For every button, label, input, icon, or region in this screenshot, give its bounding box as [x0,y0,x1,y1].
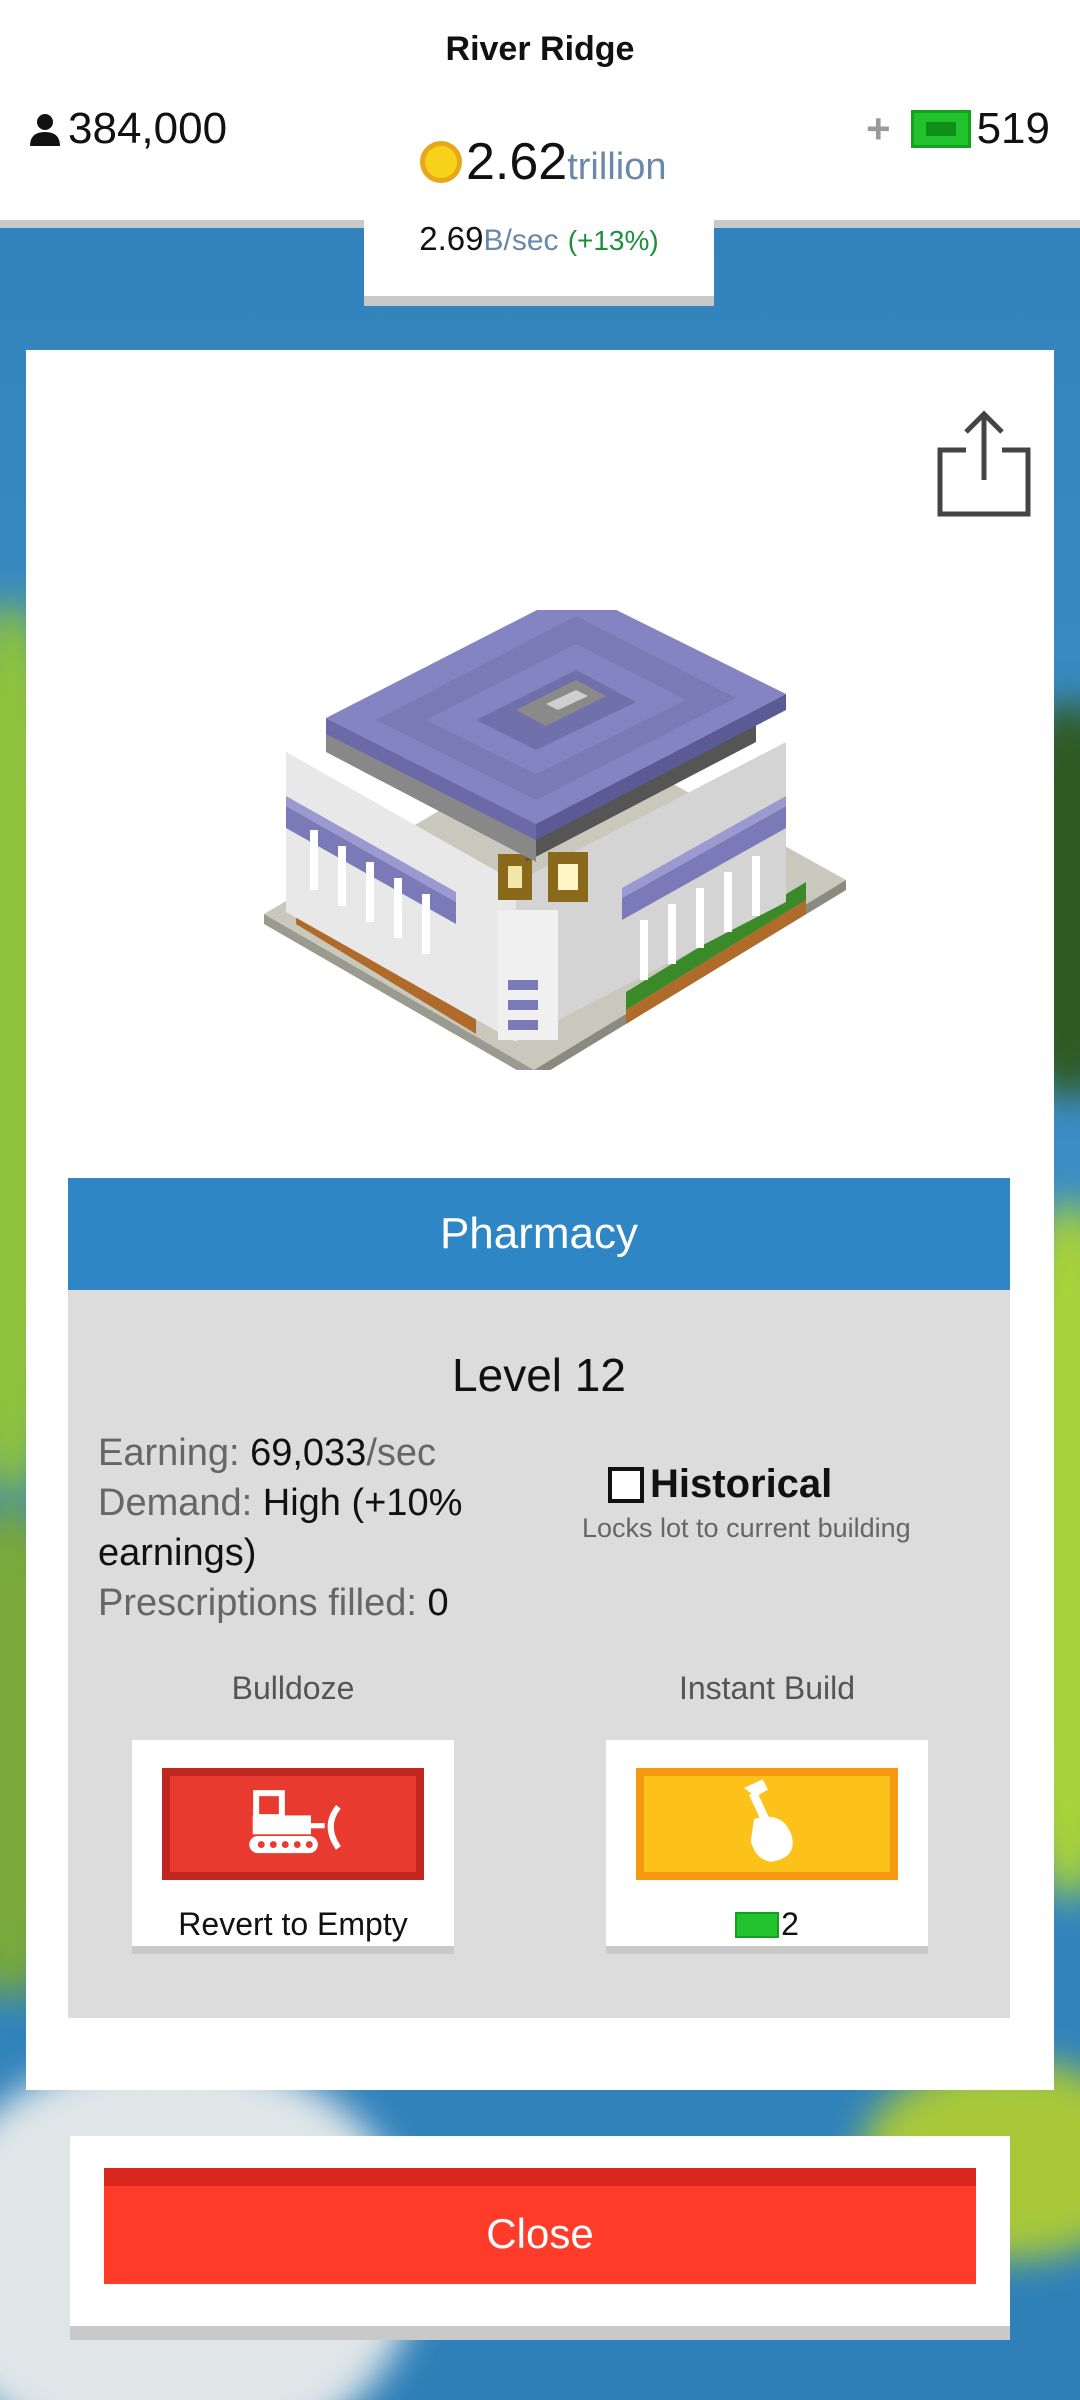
income-unit: B/sec [483,224,559,257]
bulldoze-caption: Revert to Empty [178,1906,408,1942]
population-display: 384,000 [28,104,227,154]
add-gems-button[interactable]: + [866,105,891,153]
building-stats: Earning: 69,033/sec Demand: High (+10% e… [98,1428,518,1628]
income-change: (+13%) [567,225,659,256]
instant-build-cost: 2 [606,1906,928,1943]
historical-label[interactable]: Historical [650,1462,832,1507]
prescriptions-value: 0 [427,1582,449,1624]
earning-row: Earning: 69,033/sec [98,1428,518,1478]
building-level: Level 12 [452,1349,626,1401]
prescriptions-label: Prescriptions filled: [98,1582,428,1624]
income-rate: 2.69B/sec (+13%) [364,220,714,258]
building-illustration [264,610,846,1070]
building-name: Pharmacy [68,1178,1010,1290]
bulldoze-card[interactable]: Revert to Empty [132,1740,454,1954]
money-unit: trillion [567,146,667,188]
income-value: 2.69 [419,220,484,257]
city-name: River Ridge [445,30,635,68]
historical-checkbox[interactable] [608,1466,644,1503]
earning-label: Earning: [98,1432,251,1474]
share-icon[interactable] [936,408,1032,518]
demand-label: Demand: [98,1482,263,1524]
earning-value: 69,033 [250,1432,367,1474]
instant-build-card[interactable]: 2 [606,1740,928,1954]
gems-display[interactable]: + 519 [866,104,1050,154]
instant-build-heading: Instant Build [678,1670,856,1706]
bulldoze-heading: Bulldoze [231,1670,355,1706]
instant-build-button[interactable] [636,1768,898,1880]
gem-bill-icon [735,1911,780,1938]
money-value: 2.62 [466,133,568,191]
bulldoze-button[interactable] [162,1768,424,1880]
person-icon [30,114,60,146]
population-value: 384,000 [68,104,228,153]
instant-build-cost-value: 2 [781,1906,799,1942]
building-info-card: Pharmacy Level 12 Earning: 69,033/sec De… [68,1178,1010,2018]
bulldozer-icon [249,1790,341,1854]
building-panel: Pharmacy Level 12 Earning: 69,033/sec De… [26,350,1054,2090]
gems-count: 519 [976,104,1050,153]
coin-icon [420,141,462,183]
historical-description: Locks lot to current building [582,1513,911,1543]
close-container: Close [70,2136,1010,2340]
gem-bill-icon [910,110,971,148]
earning-unit: /sec [366,1432,437,1474]
historical-toggle[interactable]: Historical Locks lot to current building [582,1462,911,1544]
close-button[interactable]: Close [104,2168,976,2284]
prescriptions-row: Prescriptions filled: 0 [98,1578,518,1628]
demand-row: Demand: High (+10% earnings) [98,1478,518,1578]
hammer-hand-icon [743,1779,793,1862]
money-display: 2.62 trillion [420,132,666,192]
